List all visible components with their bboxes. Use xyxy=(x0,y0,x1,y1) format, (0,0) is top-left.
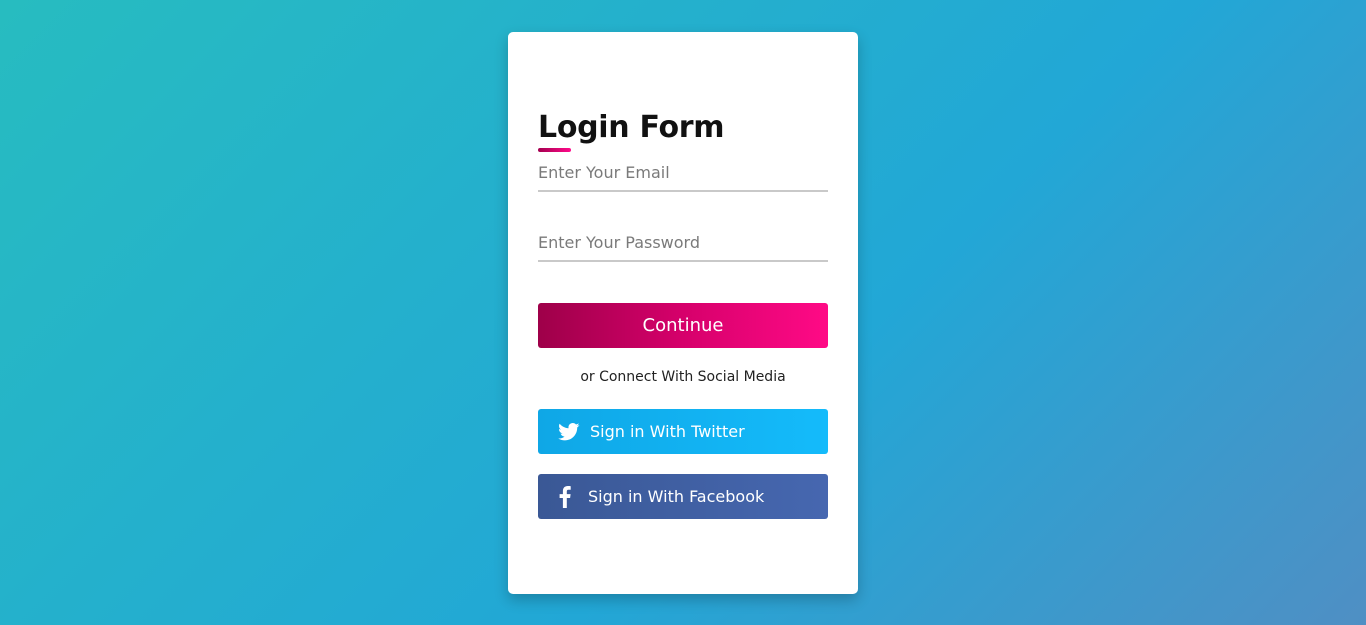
title-wrap: Login Form xyxy=(538,110,725,152)
title-underline xyxy=(538,148,571,152)
facebook-signin-label: Sign in With Facebook xyxy=(588,487,765,506)
facebook-icon xyxy=(558,485,572,508)
continue-button[interactable]: Continue xyxy=(538,303,828,348)
social-divider-text: or Connect With Social Media xyxy=(580,369,786,385)
login-card: Login Form Continue or Connect With Soci… xyxy=(508,32,858,594)
twitter-signin-label: Sign in With Twitter xyxy=(590,422,745,441)
facebook-signin-button[interactable]: Sign in With Facebook xyxy=(538,474,828,519)
password-field[interactable] xyxy=(538,230,828,262)
twitter-signin-button[interactable]: Sign in With Twitter xyxy=(538,409,828,454)
twitter-icon xyxy=(558,421,580,443)
email-field[interactable] xyxy=(538,160,828,192)
page-title: Login Form xyxy=(538,110,725,145)
